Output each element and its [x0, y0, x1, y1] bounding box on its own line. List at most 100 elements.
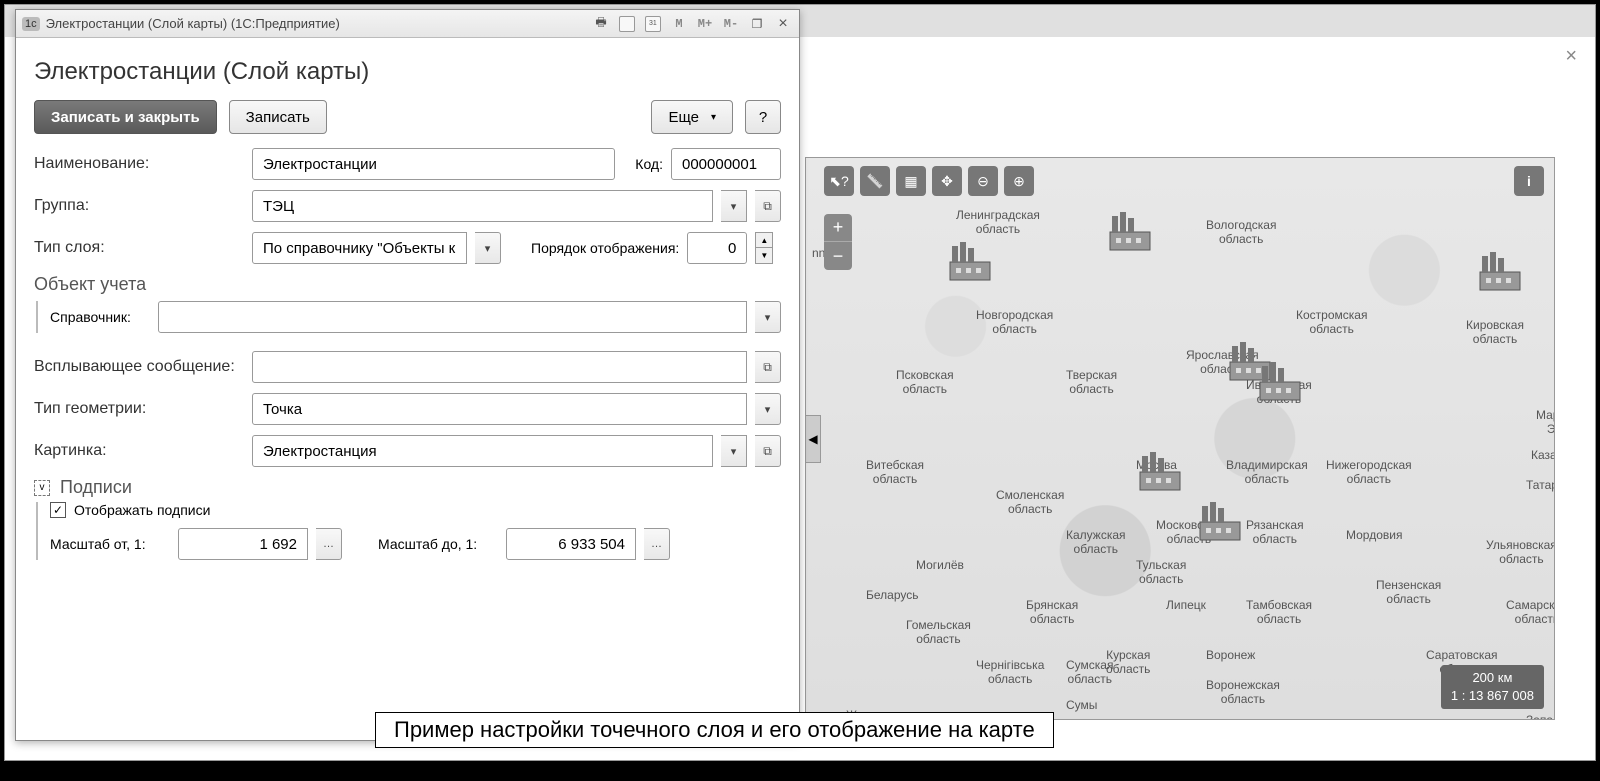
figure-caption: Пример настройки точечного слоя и его от…: [375, 712, 1054, 748]
layer-type-label: Тип слоя:: [34, 239, 244, 257]
group-label: Группа:: [34, 197, 244, 215]
picture-dropdown-icon[interactable]: [721, 435, 747, 467]
save-button[interactable]: Записать: [229, 100, 327, 134]
scale-from-picker-icon[interactable]: [316, 528, 342, 560]
map-tool-zoom-out-icon[interactable]: ⊖: [968, 166, 998, 196]
more-button[interactable]: Еще: [651, 100, 733, 134]
factory-icon[interactable]: [1136, 448, 1184, 492]
map-region-label: Татарстан: [1526, 478, 1555, 492]
geometry-label: Тип геометрии:: [34, 400, 244, 418]
object-section-title: Объект учета: [34, 274, 781, 295]
picture-input[interactable]: [261, 442, 704, 461]
map-panel-collapse-handle[interactable]: ◀: [805, 415, 821, 463]
factory-icon[interactable]: [1106, 208, 1154, 252]
labels-section-toggle-icon[interactable]: v: [34, 480, 50, 496]
form-heading: Электростанции (Слой карты): [34, 58, 781, 86]
map-region-label: Тверская область: [1066, 368, 1117, 396]
factory-icon[interactable]: [946, 238, 994, 282]
scale-from-label: Масштаб от, 1:: [50, 536, 170, 552]
map-region-label: Рязанская область: [1246, 518, 1304, 546]
labels-section-title: Подписи: [60, 477, 132, 498]
factory-icon[interactable]: [1196, 498, 1244, 542]
factory-icon[interactable]: [1256, 358, 1304, 402]
map-region-label: Калужская область: [1066, 528, 1126, 556]
map-zoom-out-button[interactable]: −: [824, 242, 852, 270]
map-region-label: Нижегородская область: [1326, 458, 1412, 486]
picture-label: Картинка:: [34, 442, 244, 460]
display-order-up-icon[interactable]: ▲: [755, 232, 773, 248]
map-region-label: Кировская область: [1466, 318, 1524, 346]
map-region-label: Липецк: [1166, 598, 1206, 612]
map-region-label: Ленинградская область: [956, 208, 1040, 236]
map-region-label: Ульяновская область: [1486, 538, 1555, 566]
app-logo-icon: 1c: [22, 17, 40, 31]
map-region-label: Смоленская область: [996, 488, 1064, 516]
geometry-dropdown-icon[interactable]: [755, 393, 781, 425]
name-label: Наименование:: [34, 155, 244, 173]
code-label: Код:: [623, 156, 663, 172]
titlebar-mem-m[interactable]: M: [669, 14, 689, 34]
titlebar-calc-icon[interactable]: [617, 14, 637, 34]
titlebar-restore-icon[interactable]: ❐: [747, 14, 767, 34]
titlebar-mem-mminus[interactable]: M-: [721, 14, 741, 34]
map-scale-indicator: 200 км 1 : 13 867 008: [1441, 665, 1544, 709]
map-tool-area-icon[interactable]: ▦: [896, 166, 926, 196]
map-region-label: Воронеж: [1206, 648, 1255, 662]
geometry-input[interactable]: [261, 400, 738, 419]
help-button[interactable]: ?: [745, 100, 781, 134]
popup-open-icon[interactable]: [755, 351, 781, 383]
dialog-titlebar: 1c Электростанции (Слой карты) (1С:Предп…: [16, 10, 799, 38]
map-region-label: Новгородская область: [976, 308, 1053, 336]
map-region-label: Могилёв: [916, 558, 964, 572]
scale-to-input[interactable]: [515, 535, 627, 554]
layer-type-input[interactable]: [261, 239, 458, 258]
group-dropdown-icon[interactable]: [721, 190, 747, 222]
map-info-button[interactable]: i: [1514, 166, 1544, 196]
titlebar-print-icon[interactable]: 🖶: [591, 14, 611, 34]
group-input[interactable]: [261, 197, 704, 216]
scale-to-picker-icon[interactable]: [644, 528, 670, 560]
map-toolbar: ⬉? 📏 ▦ ✥ ⊖ ⊕: [824, 166, 1034, 196]
picture-open-icon[interactable]: [755, 435, 781, 467]
map-region-label: Сумская область: [1066, 658, 1113, 686]
titlebar-calendar-icon[interactable]: 31: [643, 14, 663, 34]
directory-dropdown-icon[interactable]: [755, 301, 781, 333]
scale-from-input[interactable]: [187, 535, 299, 554]
map-tool-pan-icon[interactable]: ✥: [932, 166, 962, 196]
map-tool-zoom-in-icon[interactable]: ⊕: [1004, 166, 1034, 196]
show-labels-checkbox[interactable]: ✓: [50, 502, 66, 518]
display-order-down-icon[interactable]: ▼: [755, 248, 773, 264]
directory-input[interactable]: [167, 308, 738, 327]
factory-icon[interactable]: [1476, 248, 1524, 292]
map-region-label: Вологодская область: [1206, 218, 1276, 246]
map-region-label: Казань: [1531, 448, 1555, 462]
map-region-label: Воронежская область: [1206, 678, 1280, 706]
display-order-label: Порядок отображения:: [531, 240, 679, 256]
map-zoom-controls: + −: [824, 214, 852, 270]
titlebar-mem-mplus[interactable]: M+: [695, 14, 715, 34]
display-order-input[interactable]: [696, 239, 738, 258]
layer-dialog: 1c Электростанции (Слой карты) (1С:Предп…: [15, 9, 800, 741]
map-tool-ruler-icon[interactable]: 📏: [860, 166, 890, 196]
map-region-label: Гомельская область: [906, 618, 971, 646]
map-region-label: Чернігівська область: [976, 658, 1044, 686]
map-region-label: Волгоградская область: [1336, 718, 1418, 720]
popup-input[interactable]: [261, 358, 738, 377]
map-region-label: Сумы: [1066, 698, 1097, 712]
directory-label: Справочник:: [50, 309, 150, 325]
scale-to-label: Масштаб до, 1:: [378, 536, 498, 552]
layer-type-dropdown-icon[interactable]: [475, 232, 501, 264]
map-zoom-in-button[interactable]: +: [824, 214, 852, 242]
group-open-icon[interactable]: [755, 190, 781, 222]
show-labels-label: Отображать подписи: [74, 502, 210, 518]
map-region-label: Псковская область: [896, 368, 954, 396]
map-region-label: Западн: [1526, 713, 1555, 720]
code-input[interactable]: [680, 155, 772, 174]
map-tool-pointer-icon[interactable]: ⬉?: [824, 166, 854, 196]
map-pane[interactable]: Ленинградская область Вологодская область…: [805, 157, 1555, 720]
name-input[interactable]: [261, 155, 606, 174]
workspace-close-icon[interactable]: ×: [1565, 45, 1577, 68]
map-region-label: Пензенская область: [1376, 578, 1441, 606]
titlebar-close-icon[interactable]: ×: [773, 14, 793, 34]
save-and-close-button[interactable]: Записать и закрыть: [34, 100, 217, 134]
